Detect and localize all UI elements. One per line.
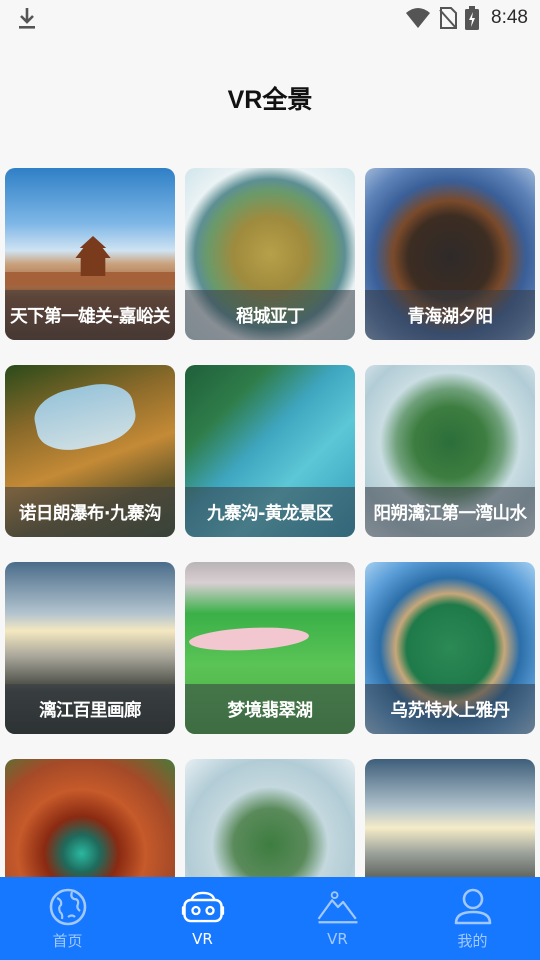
tab-label: 我的 <box>457 932 488 950</box>
panorama-card[interactable] <box>365 759 535 878</box>
globe-icon <box>49 888 86 926</box>
panorama-card-title: 天下第一雄关-嘉峪关 <box>10 306 170 327</box>
no-sim-icon <box>439 7 458 29</box>
panorama-card-title: 乌苏特水上雅丹 <box>390 700 511 721</box>
status-bar: 8:48 <box>0 0 540 36</box>
panorama-card[interactable]: 天下第一雄关-嘉峪关 <box>5 168 175 340</box>
panorama-card-title: 诺日朗瀑布·九寨沟 <box>18 503 162 524</box>
download-icon <box>19 8 35 29</box>
panorama-thumbnail <box>185 759 355 878</box>
tab-home[interactable]: 首页 <box>0 877 135 960</box>
tab-vr[interactable]: VR <box>135 877 270 960</box>
tab-mine[interactable]: 我的 <box>405 877 540 960</box>
panorama-card[interactable]: 阳朔漓江第一湾山水 <box>365 365 535 537</box>
panorama-card-title: 九寨沟-黄龙景区 <box>207 503 333 524</box>
panorama-card[interactable]: 诺日朗瀑布·九寨沟 <box>5 365 175 537</box>
page-title: VR全景 <box>227 86 313 114</box>
status-time: 8:48 <box>491 7 528 28</box>
tab-vr-scenery[interactable]: VR <box>270 877 405 960</box>
person-icon <box>454 888 491 925</box>
vr-headset-icon <box>181 891 224 923</box>
panorama-card-title: 漓江百里画廊 <box>39 700 142 721</box>
bottom-tab-bar: 首页 VR VR 我的 <box>0 877 540 960</box>
panorama-card[interactable]: 青海湖夕阳 <box>365 168 535 340</box>
panorama-thumbnail <box>5 759 175 878</box>
mountain-icon <box>317 891 357 924</box>
panorama-card-title: 青海湖夕阳 <box>407 306 494 327</box>
tab-label: VR <box>192 930 213 948</box>
panorama-card-title: 稻城亚丁 <box>236 306 305 327</box>
panorama-card[interactable] <box>5 759 175 878</box>
panorama-card[interactable] <box>185 759 355 878</box>
panorama-card[interactable]: 九寨沟-黄龙景区 <box>185 365 355 537</box>
panorama-card[interactable]: 梦境翡翠湖 <box>185 562 355 734</box>
tab-label: 首页 <box>52 932 83 950</box>
panorama-card-title: 阳朔漓江第一湾山水 <box>373 503 528 524</box>
panorama-grid: 天下第一雄关-嘉峪关 稻城亚丁 青海湖夕阳 诺日朗瀑布·九寨沟 九寨沟-黄龙景区… <box>5 168 535 878</box>
battery-charging-icon <box>465 6 480 30</box>
tab-label: VR <box>327 930 348 948</box>
panorama-thumbnail <box>365 759 535 878</box>
panorama-card[interactable]: 乌苏特水上雅丹 <box>365 562 535 734</box>
panorama-card[interactable]: 稻城亚丁 <box>185 168 355 340</box>
panorama-card-title: 梦境翡翠湖 <box>227 700 314 721</box>
wifi-icon <box>406 8 431 28</box>
panorama-card[interactable]: 漓江百里画廊 <box>5 562 175 734</box>
